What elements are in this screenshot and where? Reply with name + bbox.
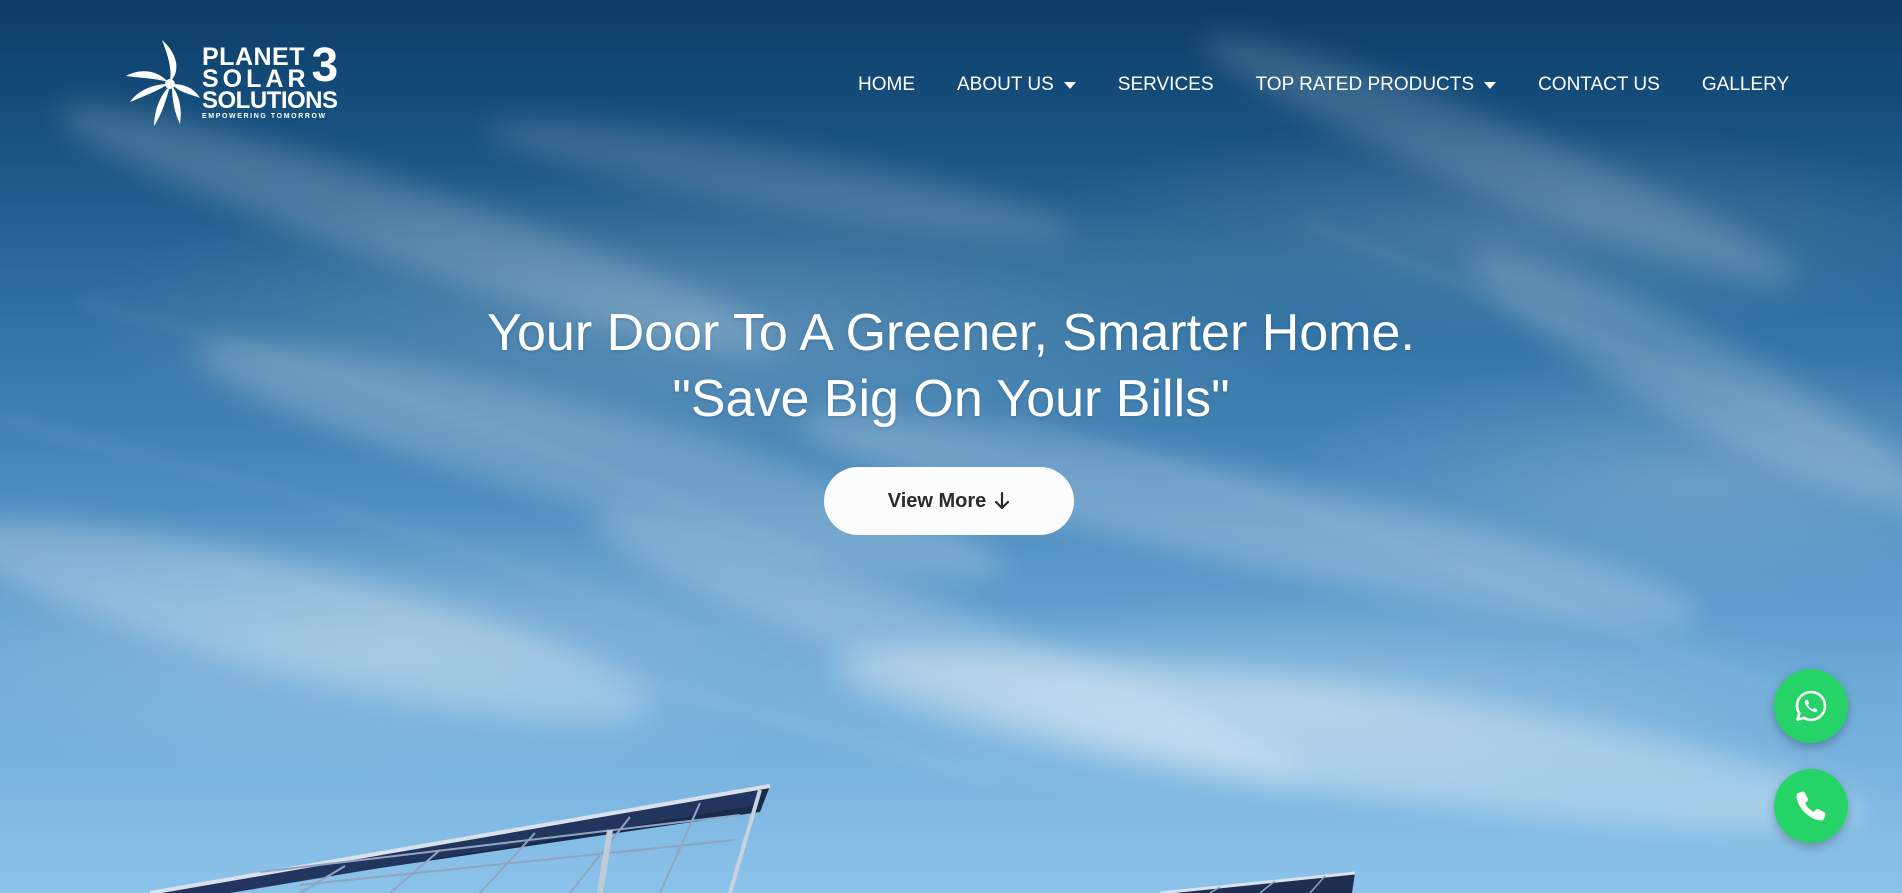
logo-number: 3	[311, 38, 339, 92]
nav-item-services[interactable]: SERVICES	[1118, 74, 1214, 96]
view-more-button[interactable]: View More	[824, 467, 1074, 535]
nav-label: CONTACT US	[1538, 74, 1660, 95]
solar-panels	[149, 784, 1356, 893]
whatsapp-button[interactable]	[1774, 669, 1848, 743]
logo-wordmark: PLANET SOLAR 3 SOLUTIONS EMPOWERING TOMO…	[202, 38, 339, 121]
view-more-label: View More	[887, 489, 987, 512]
phone-icon	[1796, 791, 1826, 821]
caret-down-icon	[1484, 81, 1497, 89]
nav-item-gallery[interactable]: GALLERY	[1702, 74, 1789, 96]
nav-label: HOME	[858, 74, 915, 95]
whatsapp-icon	[1795, 690, 1827, 722]
nav-item-about-us[interactable]: ABOUT US	[957, 74, 1076, 96]
nav-label: SERVICES	[1117, 74, 1214, 95]
sun-swirl-icon	[126, 40, 200, 126]
nav-item-home[interactable]: HOME	[858, 74, 915, 96]
nav-item-contact-us[interactable]: CONTACT US	[1538, 74, 1660, 96]
nav-label: TOP RATED PRODUCTS	[1255, 74, 1475, 95]
hero-background	[0, 0, 1902, 893]
logo-line-solutions: SOLUTIONS	[202, 86, 338, 114]
phone-call-button[interactable]	[1774, 769, 1848, 843]
site-logo[interactable]: PLANET SOLAR 3 SOLUTIONS EMPOWERING TOMO…	[124, 38, 346, 128]
nav-item-top-rated-products[interactable]: TOP RATED PRODUCTS	[1256, 74, 1497, 96]
main-nav: HOME ABOUT US SERVICES TOP RATED PRODUCT…	[858, 72, 1789, 98]
headline-line-2: "Save Big On Your Bills"	[672, 370, 1230, 428]
nav-label: GALLERY	[1701, 74, 1790, 95]
caret-down-icon	[1063, 81, 1076, 89]
logo-tagline: EMPOWERING TOMORROW	[202, 112, 327, 120]
arrow-down-icon	[995, 492, 1010, 510]
nav-label: ABOUT US	[957, 74, 1054, 95]
headline-line-1: Your Door To A Greener, Smarter Home.	[487, 304, 1415, 362]
hero-headline: Your Door To A Greener, Smarter Home. "S…	[0, 300, 1902, 432]
